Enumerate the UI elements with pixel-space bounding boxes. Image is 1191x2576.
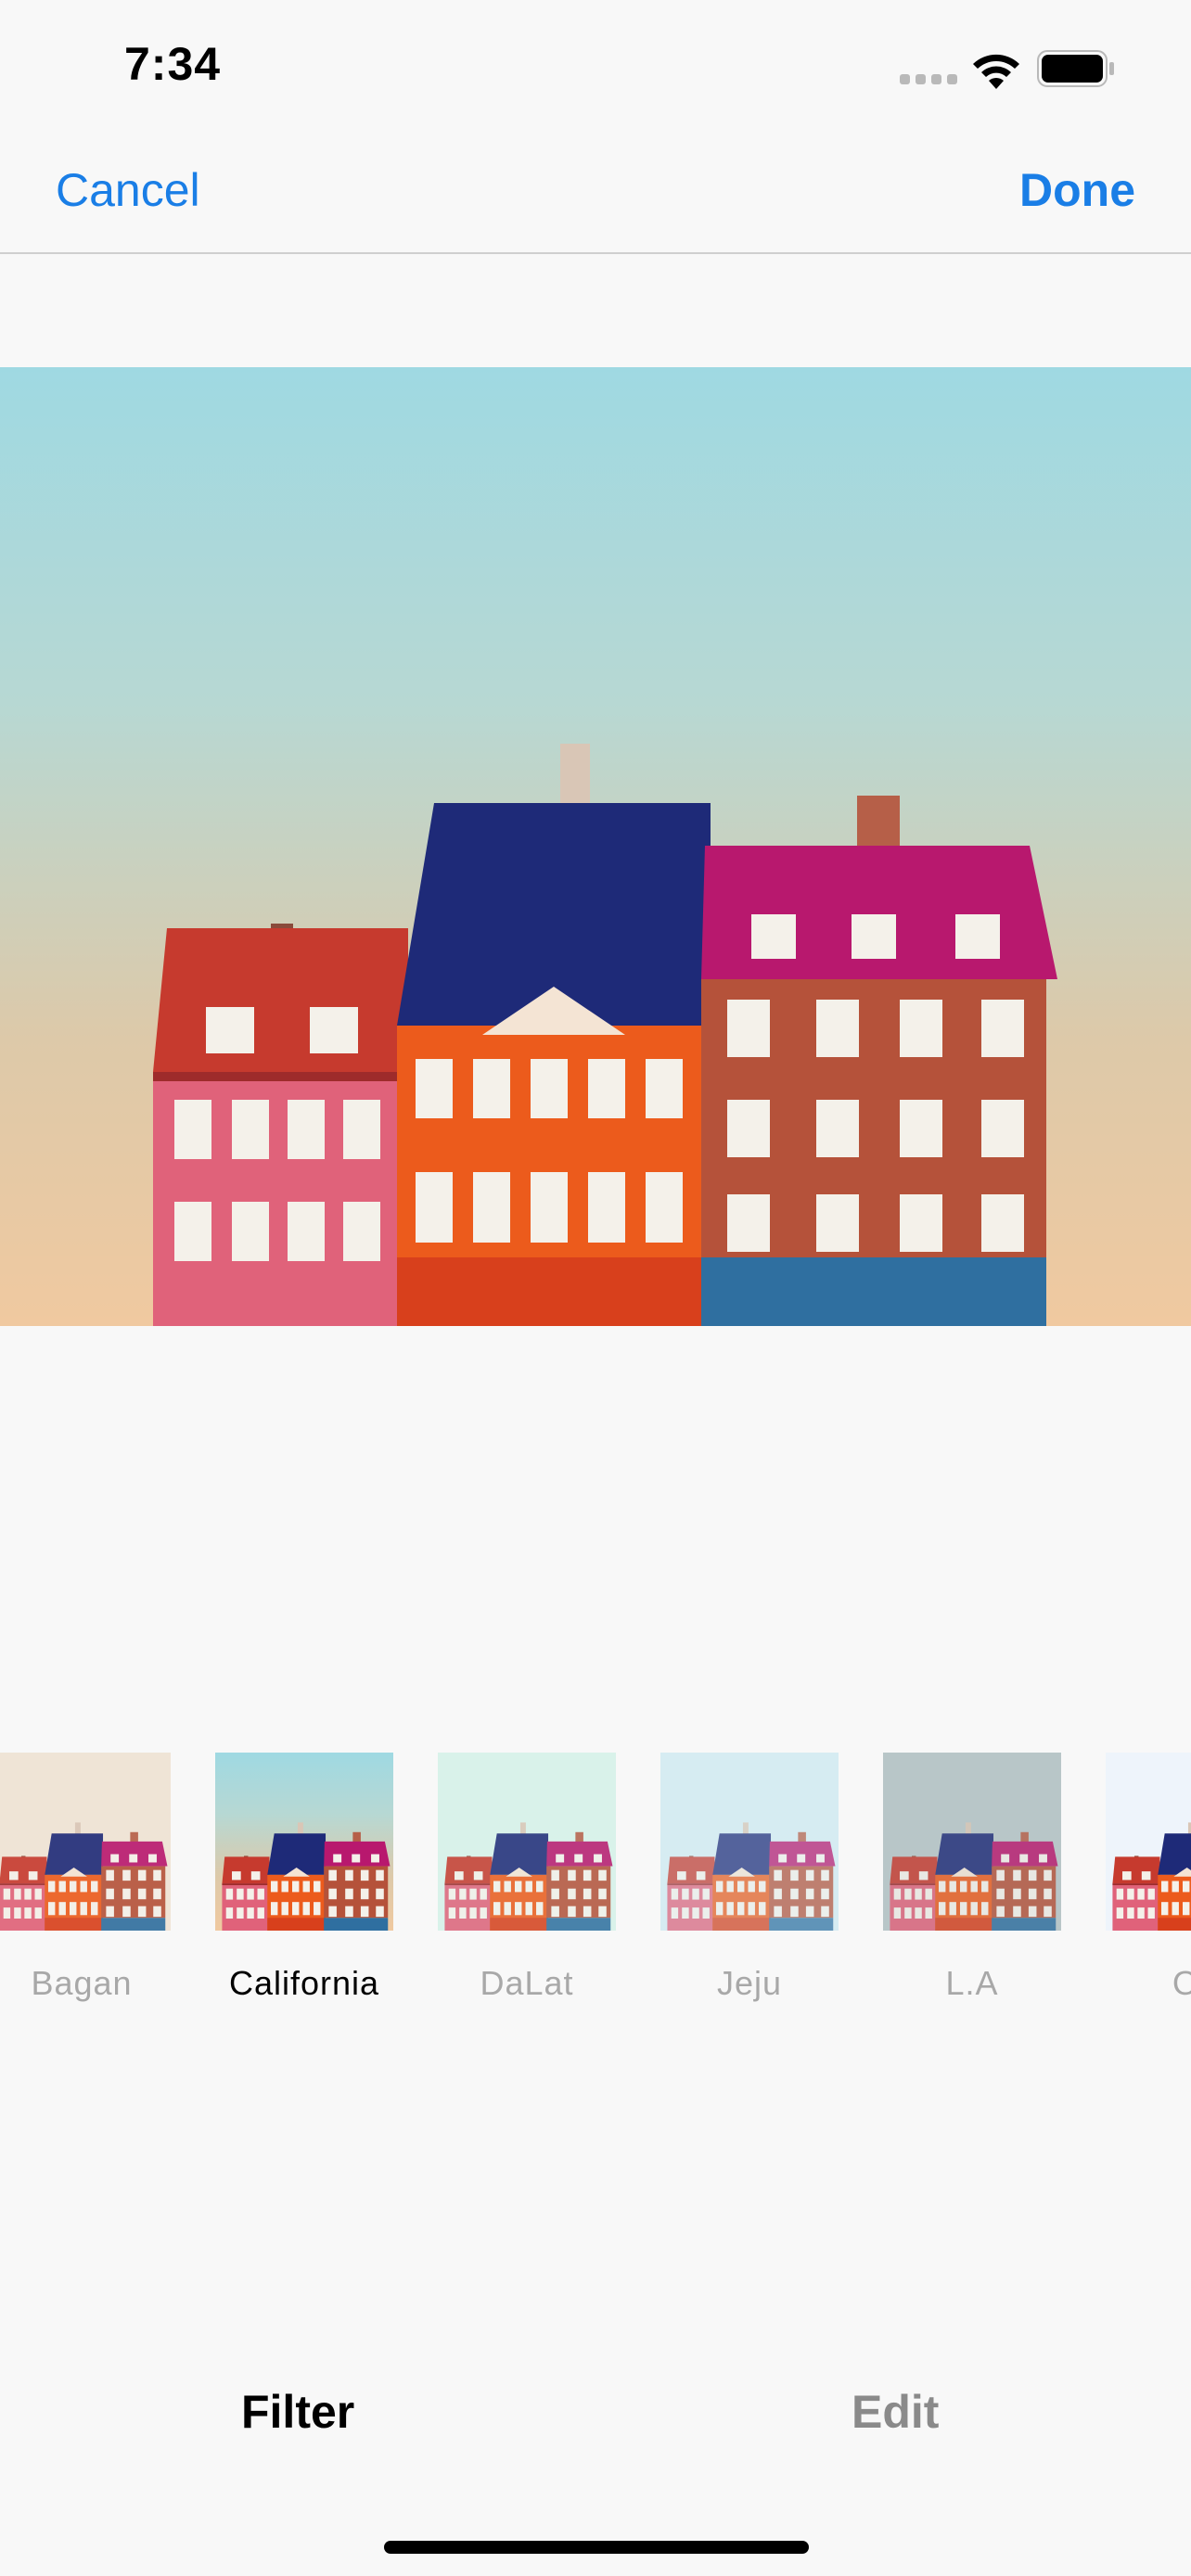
filter-option-jeju[interactable]: Jeju [660, 1753, 839, 2002]
battery-icon [1037, 50, 1114, 87]
filter-option-dalat[interactable]: DaLat [438, 1753, 616, 2002]
cancel-button[interactable]: Cancel [56, 163, 200, 217]
filter-label: L.A [945, 1964, 999, 2002]
filter-label: DaLat [480, 1964, 574, 2002]
filter-option-bagan[interactable]: Bagan [0, 1753, 171, 2002]
cellular-signal-icon [900, 74, 957, 85]
status-time: 7:34 [124, 38, 222, 90]
filter-label: Bagan [31, 1964, 133, 2002]
filter-thumbnail [883, 1753, 1061, 1931]
filter-label: Jeju [716, 1964, 783, 2002]
status-bar: 7:34 [0, 0, 1191, 134]
wifi-icon [973, 54, 1019, 89]
photo-preview-area [0, 254, 1191, 1775]
filter-carousel[interactable]: Bagan California DaLat Jeju L.A O [0, 1753, 1191, 2021]
tab-edit[interactable]: Edit [852, 2385, 939, 2439]
filter-option-california[interactable]: California [215, 1753, 393, 2002]
filter-thumbnail [1106, 1753, 1191, 1931]
home-indicator[interactable] [384, 2541, 809, 2554]
tab-filter[interactable]: Filter [241, 2385, 354, 2439]
done-button[interactable]: Done [1019, 163, 1135, 217]
photo-preview [0, 367, 1191, 1326]
filter-thumbnail [0, 1753, 171, 1931]
filter-thumbnail [438, 1753, 616, 1931]
bottom-tab-bar: Filter Edit [0, 2355, 1191, 2467]
filter-option-os[interactable]: Os [1106, 1753, 1191, 2002]
filter-option-la[interactable]: L.A [883, 1753, 1061, 2002]
filter-thumbnail [215, 1753, 393, 1931]
filter-label: California [228, 1964, 380, 2002]
navigation-bar: Cancel Done [0, 134, 1191, 254]
filter-thumbnail [660, 1753, 839, 1931]
filter-label: Os [1172, 1964, 1191, 2002]
